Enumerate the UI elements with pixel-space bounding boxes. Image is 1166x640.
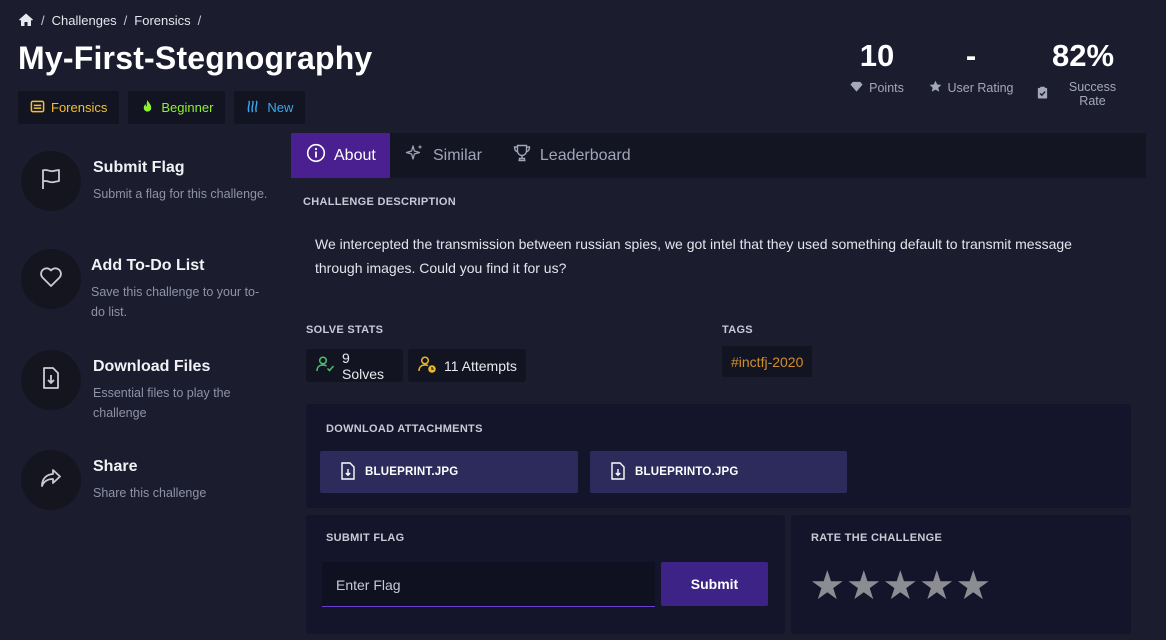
new-badge: New (234, 91, 306, 124)
badge-label: Beginner (161, 100, 214, 115)
action-subtitle: Essential files to play the challenge (93, 386, 231, 420)
tab-label: Leaderboard (539, 146, 631, 164)
attachments-panel: DOWNLOAD ATTACHMENTS BLUEPRINT.JPG BLUEP… (306, 404, 1131, 508)
waves-icon (246, 99, 261, 117)
tab-leaderboard[interactable]: Leaderboard (497, 133, 646, 178)
flag-icon (38, 166, 64, 197)
breadcrumb-forensics[interactable]: Forensics (134, 13, 190, 28)
stat-value: 10 (859, 38, 895, 73)
action-subtitle: Save this challenge to your to-do list. (91, 285, 260, 319)
download-files-action[interactable]: Download Files Essential files to play t… (21, 350, 273, 423)
attachment-name: BLUEPRINT.JPG (365, 466, 459, 478)
rating-star-2[interactable]: ★ (846, 566, 883, 606)
breadcrumb-separator: / (123, 12, 128, 28)
tab-about[interactable]: About (291, 133, 390, 178)
home-icon[interactable] (18, 12, 34, 28)
star-icon (929, 80, 942, 96)
tab-label: Similar (433, 146, 482, 164)
badge-label: Forensics (51, 100, 108, 115)
stat-label: Success Rate (1068, 80, 1117, 108)
tab-similar[interactable]: Similar (390, 133, 497, 178)
category-badge: Forensics (18, 91, 120, 124)
attachment-button[interactable]: BLUEPRINT.JPG (320, 451, 578, 493)
tab-bar: About Similar Leaderboard (291, 133, 1146, 178)
flag-input[interactable] (322, 562, 655, 607)
rating-star-1[interactable]: ★ (809, 566, 846, 606)
stat-value: - (965, 38, 977, 73)
challenge-description: We intercepted the transmission between … (315, 236, 1072, 276)
action-subtitle: Submit a flag for this challenge. (93, 187, 268, 201)
breadcrumb-separator: / (197, 12, 202, 28)
attachments-heading: DOWNLOAD ATTACHMENTS (326, 423, 483, 435)
tab-label: About (334, 146, 376, 164)
rating-stars: ★ ★ ★ ★ ★ (809, 566, 992, 606)
user-check-icon (315, 354, 335, 377)
file-download-icon (38, 365, 64, 396)
breadcrumb-challenges[interactable]: Challenges (52, 13, 117, 28)
submit-button[interactable]: Submit (661, 562, 768, 606)
action-title: Download Files (93, 358, 211, 375)
action-title: Share (93, 458, 138, 475)
info-icon (306, 143, 326, 168)
tags-heading: TAGS (722, 324, 753, 336)
attachment-name: BLUEPRINTO.JPG (635, 466, 739, 478)
solve-stats-heading: SOLVE STATS (306, 324, 384, 336)
breadcrumb: / Challenges / Forensics / (18, 10, 208, 30)
attachment-button[interactable]: BLUEPRINTO.JPG (590, 451, 847, 493)
attempts-count: 11 Attempts (444, 357, 517, 374)
submit-flag-heading: SUBMIT FLAG (326, 532, 405, 544)
difficulty-badge: Beginner (128, 91, 226, 124)
folder-icon (30, 99, 45, 117)
badge-row: Forensics Beginner New (18, 91, 306, 124)
heart-icon (38, 264, 64, 295)
file-download-icon (610, 461, 626, 483)
user-clock-icon (417, 354, 437, 377)
action-title: Submit Flag (93, 159, 185, 176)
solves-chip: 9 Solves (306, 349, 403, 382)
clipboard-check-icon (1036, 86, 1049, 102)
stat-label: User Rating (947, 81, 1014, 95)
action-title: Add To-Do List (91, 257, 205, 274)
trophy-icon (512, 143, 532, 168)
stat-value: 82% (1051, 38, 1115, 73)
rating-star-5[interactable]: ★ (955, 566, 992, 606)
share-action[interactable]: Share Share this challenge (21, 450, 273, 510)
stat-user-rating: - User Rating (926, 36, 1016, 96)
breadcrumb-separator: / (41, 12, 45, 28)
diamond-icon (850, 80, 863, 96)
add-todo-action[interactable]: Add To-Do List Save this challenge to yo… (21, 249, 271, 322)
description-heading: CHALLENGE DESCRIPTION (303, 196, 456, 208)
stat-success-rate: 82% Success Rate (1036, 36, 1130, 108)
action-subtitle: Share this challenge (93, 486, 207, 500)
tag-chip[interactable]: #inctfj-2020 (722, 346, 813, 377)
page-title: My-First-Stegnography (18, 40, 373, 76)
rating-star-4[interactable]: ★ (919, 566, 956, 606)
flame-icon (140, 99, 155, 117)
solves-count: 9 Solves (342, 349, 385, 382)
rating-star-3[interactable]: ★ (882, 566, 919, 606)
attempts-chip: 11 Attempts (408, 349, 526, 382)
sparkles-icon (405, 143, 425, 168)
submit-flag-action[interactable]: Submit Flag Submit a flag for this chall… (21, 151, 273, 211)
share-icon (38, 465, 64, 496)
badge-label: New (267, 100, 294, 115)
file-download-icon (340, 461, 356, 483)
stat-points: 10 Points (847, 36, 907, 96)
rate-heading: RATE THE CHALLENGE (811, 532, 943, 544)
stat-label: Points (869, 81, 904, 95)
